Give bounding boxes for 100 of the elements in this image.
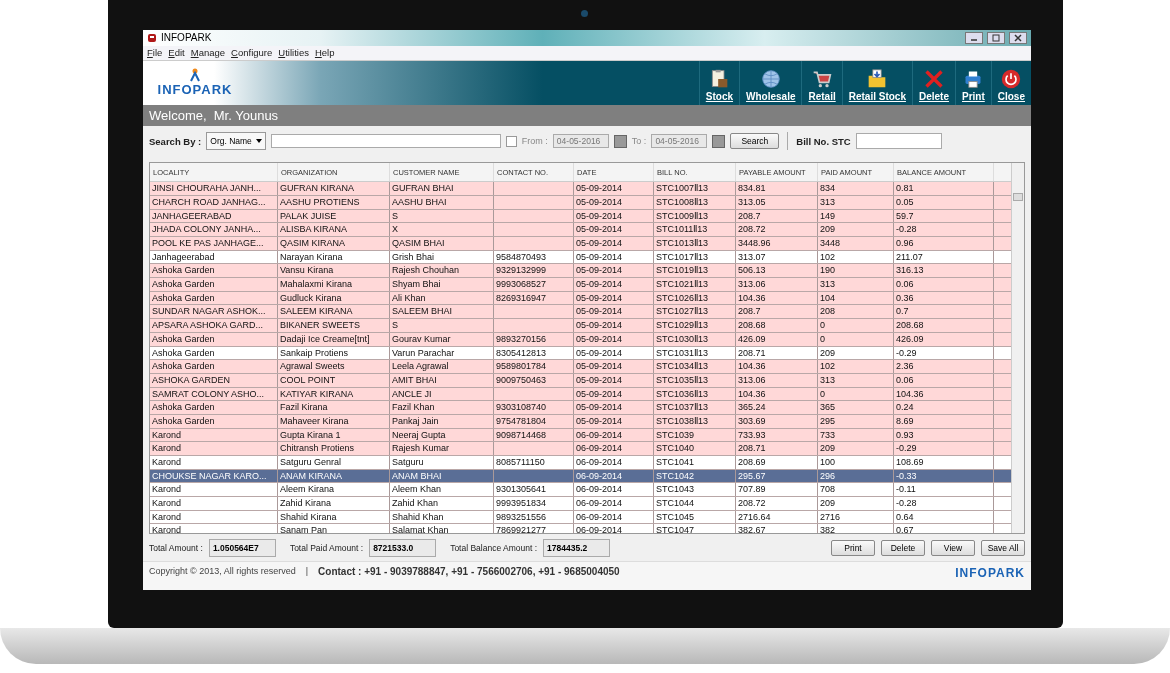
search-button[interactable]: Search: [730, 133, 780, 150]
table-cell: 0.81: [894, 182, 994, 195]
menu-item[interactable]: Manage: [190, 47, 226, 59]
table-cell: Ashoka Garden: [150, 414, 278, 428]
bill-no-label: Bill No. STC: [796, 135, 851, 147]
table-row[interactable]: Ashoka Garden Vansu Kirana Rajesh Chouhan 9329132999 05-09-2014 STC1019Ⅱ13 506.13 190 316.13: [150, 264, 1011, 279]
person-icon: [187, 68, 203, 83]
menu-item[interactable]: Help: [314, 47, 335, 59]
toolbar-button[interactable]: Stock: [698, 60, 739, 105]
table-cell: 9893270156: [494, 332, 574, 346]
table-row[interactable]: Karond Satguru Genral Satguru 8085711150 06-09-2014 STC1041 208.69 100 108.69: [150, 456, 1011, 470]
table-cell: 0.64: [894, 510, 994, 524]
search-by-dropdown[interactable]: Org. Name: [206, 132, 266, 151]
table-cell: Satguru: [390, 456, 494, 469]
table-row[interactable]: Ashoka Garden Agrawal Sweets Leela Agrawal 9589801784 05-09-2014 STC1034Ⅱ13 104.36 102 2.36: [150, 360, 1011, 374]
table-cell: 9009750463: [494, 373, 574, 387]
close-button[interactable]: [1009, 31, 1027, 44]
menu-item[interactable]: Utilities: [278, 47, 309, 59]
table-cell: STC1039: [654, 428, 736, 442]
table-row[interactable]: Ashoka Garden Mahalaxmi Kirana Shyam Bhai 9993068527 05-09-2014 STC1021Ⅱ13 313.06 313 0.06: [150, 278, 1011, 292]
table-cell: 102: [818, 250, 894, 264]
from-date-field[interactable]: 04-05-2016: [552, 134, 609, 149]
table-cell: 05-09-2014: [574, 209, 654, 223]
table-cell: STC1038Ⅱ13: [654, 414, 736, 428]
action-button[interactable]: Print: [831, 539, 875, 556]
close-icon: [1014, 33, 1022, 42]
table-cell: 7869921277: [494, 524, 574, 534]
bill-no-field[interactable]: [855, 133, 942, 150]
menu-item[interactable]: Edit: [168, 47, 185, 59]
separator-text: |: [305, 566, 309, 577]
table-cell: 104.36: [894, 387, 994, 401]
table-cell: 0.93: [894, 428, 994, 442]
table-cell: Ashoka Garden: [150, 278, 278, 291]
table-row[interactable]: POOL KE PAS JANHAGE... QASIM KIRANA QASIM BHAI 05-09-2014 STC1013Ⅱ13 3448.96 3448 0.96: [150, 237, 1011, 251]
table-row[interactable]: APSARA ASHOKA GARD... BIKANER SWEETS S 05-09-2014 STC1029Ⅱ13 208.68 0 208.68: [150, 319, 1011, 333]
minimize-button[interactable]: [965, 31, 983, 44]
toolbar-button[interactable]: Retail Stock: [841, 60, 912, 105]
table-cell: 9098714468: [494, 428, 574, 442]
table-cell: Sankaip Protiens: [278, 346, 390, 360]
table-cell: 59.7: [894, 209, 994, 223]
table-cell: 209: [818, 442, 894, 456]
table-cell: 9993068527: [494, 278, 574, 291]
table-cell: Agrawal Sweets: [278, 360, 390, 373]
table-row[interactable]: Karond Aleem Kirana Aleem Khan 9301305641 06-09-2014 STC1043 707.89 708 -0.11: [150, 483, 1011, 498]
toolbar-button[interactable]: Close: [990, 60, 1031, 105]
menu-item[interactable]: Configure: [231, 47, 273, 59]
menu-item[interactable]: File: [147, 47, 163, 59]
table-row[interactable]: Ashoka Garden Fazil Kirana Fazil Khan 9303108740 05-09-2014 STC1037Ⅱ13 365.24 365 0.24: [150, 401, 1011, 415]
window-title: INFOPARK: [161, 32, 213, 44]
table-row[interactable]: Karond Zahid Kirana Zahid Khan 9993951834 06-09-2014 STC1044 208.72 209 -0.28: [150, 497, 1011, 511]
table-cell: AASHU BHAI: [390, 195, 494, 209]
table-cell: 733.93: [736, 428, 818, 442]
table-cell: -0.29: [894, 442, 994, 456]
table-cell: 382: [818, 524, 894, 534]
table-cell: 9303108740: [494, 401, 574, 414]
scrollbar[interactable]: [1011, 163, 1024, 534]
table-cell: SALEEM KIRANA: [278, 305, 390, 319]
toolbar-button[interactable]: Delete: [911, 60, 955, 105]
table-cell: STC1034Ⅱ13: [654, 360, 736, 373]
action-button[interactable]: Delete: [881, 539, 925, 556]
table-cell: KATIYAR KIRANA: [278, 387, 390, 401]
toolbar-button[interactable]: Retail: [801, 60, 842, 105]
table-cell: QASIM BHAI: [390, 237, 494, 250]
folder-icon: [867, 68, 888, 89]
table-row[interactable]: SUNDAR NAGAR ASHOK... SALEEM KIRANA SALEEM BHAI 05-09-2014 STC1027Ⅱ13 208.7 208 0.7: [150, 305, 1011, 320]
table-cell: Shahid Kirana: [278, 510, 390, 524]
total-value: 1784435.2: [543, 538, 611, 557]
table-cell: Salamat Khan: [390, 524, 494, 534]
action-button[interactable]: View: [931, 539, 975, 556]
table-cell: 06-09-2014: [574, 456, 654, 469]
table-cell: STC1029Ⅱ13: [654, 319, 736, 332]
to-date-field[interactable]: 04-05-2016: [651, 134, 708, 149]
toolbar-button[interactable]: Wholesale: [739, 60, 802, 105]
table-row[interactable]: JINSI CHOURAHA JANH... GUFRAN KIRANA GUFRAN BHAI 05-09-2014 STC1007Ⅱ13 834.81 834 0.81: [150, 182, 1011, 196]
table-row[interactable]: JHADA COLONY JANHA... ALISBA KIRANA X 05-09-2014 STC1011Ⅱ13 208.72 209 -0.28: [150, 223, 1011, 238]
table-row[interactable]: Karond Chitransh Protiens Rajesh Kumar 06-09-2014 STC1040 208.71 209 -0.29: [150, 442, 1011, 457]
table-cell: STC1013Ⅱ13: [654, 237, 736, 250]
table-cell: 06-09-2014: [574, 483, 654, 497]
date-filter-checkbox[interactable]: [505, 135, 517, 147]
search-field[interactable]: [270, 134, 501, 149]
globe-icon: [760, 68, 781, 89]
total-value: 1.050564E7: [208, 538, 276, 557]
logo-text: INFOPARK: [157, 82, 233, 98]
table-cell: 208.71: [736, 442, 818, 456]
table-cell: STC1017Ⅱ13: [654, 250, 736, 264]
calendar-button[interactable]: [613, 134, 627, 148]
table-cell: 9993951834: [494, 497, 574, 510]
action-button[interactable]: Save All: [981, 539, 1025, 556]
table-cell: Rajesh Kumar: [390, 442, 494, 456]
table-cell: -0.28: [894, 497, 994, 510]
table-cell: 506.13: [736, 264, 818, 278]
table-cell: CHARCH ROAD JANHAG...: [150, 195, 278, 209]
table-cell: 426.09: [894, 332, 994, 346]
toolbar-button[interactable]: Print: [955, 60, 991, 105]
table-cell: 303.69: [736, 414, 818, 428]
table-cell: 382.67: [736, 524, 818, 534]
table-cell: 834: [818, 182, 894, 195]
search-by-label: Search By :: [149, 135, 202, 147]
calendar-button[interactable]: [712, 134, 726, 148]
table-cell: 0.05: [894, 195, 994, 209]
